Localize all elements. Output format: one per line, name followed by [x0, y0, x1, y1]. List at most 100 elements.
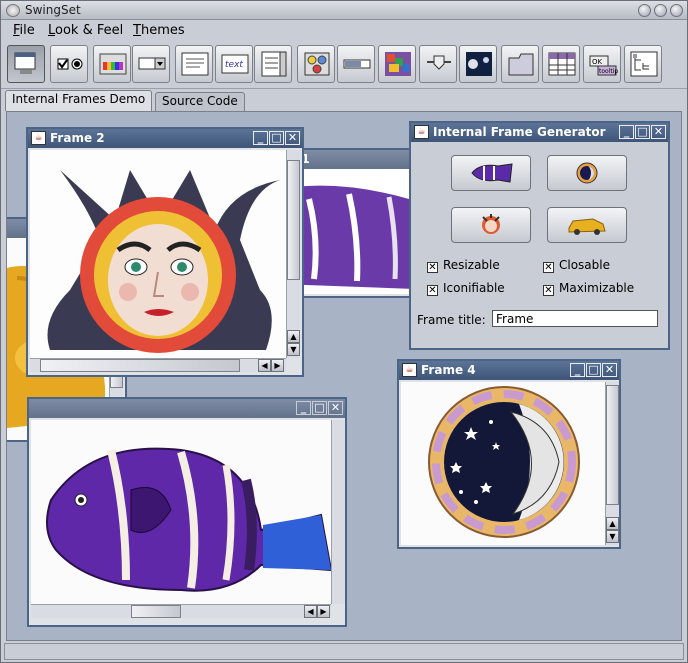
tree-icon [630, 51, 658, 77]
menu-bar: File Look & Feel Themes [1, 20, 687, 41]
close-icon[interactable]: ✕ [328, 401, 343, 415]
frame-4-vertical-scrollbar[interactable]: ▲ ▼ [605, 382, 619, 545]
close-icon[interactable]: ✕ [651, 125, 666, 139]
tree-demo-button[interactable] [624, 45, 662, 83]
frame-2-title-bar[interactable]: ☕ Frame 2 _ □ ✕ [28, 129, 302, 148]
color-chooser-icon [99, 53, 127, 75]
java-cup-icon: ☕ [402, 363, 417, 377]
create-toy-car-frame-button[interactable] [547, 207, 627, 243]
window-title: SwingSet [25, 3, 81, 17]
checkbox-checked-icon: ✕ [543, 262, 554, 273]
progress-bar-icon [343, 59, 371, 69]
close-icon[interactable]: ✕ [602, 363, 617, 377]
split-pane-demo-button[interactable] [459, 45, 497, 83]
maximizable-label: Maximizable [559, 281, 635, 295]
slider-demo-button[interactable] [419, 45, 457, 83]
tab-source-code[interactable]: Source Code [155, 92, 245, 111]
sun-button-icon [482, 214, 500, 234]
minimize-window-button[interactable] [638, 4, 651, 17]
fish-frame-horizontal-scrollbar[interactable]: ◀ ▶ [31, 604, 331, 618]
frame-2-horizontal-scrollbar[interactable]: ◀ ▶ [30, 358, 286, 372]
editor-pane-icon: text [221, 54, 249, 74]
maximize-icon[interactable]: □ [269, 131, 284, 145]
file-chooser-icon [181, 52, 209, 76]
internal-frame-4[interactable]: ☕ Frame 4 _ □ ✕ ▲ ▼ [397, 359, 621, 549]
fish-frame-content [31, 420, 331, 604]
frame-2-title: Frame 2 [50, 131, 105, 145]
list-demo-button[interactable] [254, 45, 292, 83]
menu-file[interactable]: File [13, 23, 35, 38]
scroll-up-icon[interactable]: ▲ [287, 330, 300, 343]
generator-title: Internal Frame Generator [433, 125, 606, 139]
tab-internal-frames-demo[interactable]: Internal Frames Demo [5, 90, 153, 111]
close-icon[interactable]: ✕ [285, 131, 300, 145]
maximize-icon[interactable]: □ [586, 363, 601, 377]
swingset-window: SwingSet File Look & Feel Themes text OK… [0, 0, 688, 663]
internal-frame-generator[interactable]: ☕ Internal Frame Generator _ □ ✕ ✕ Resiza… [409, 121, 670, 350]
frame-4-title-bar[interactable]: ☕ Frame 4 _ □ ✕ [399, 361, 619, 380]
frame-4-title: Frame 4 [421, 363, 476, 377]
iconifiable-checkbox[interactable]: ✕ Iconifiable [427, 281, 505, 296]
internal-frames-demo-button[interactable] [7, 45, 45, 83]
color-chooser-demo-button[interactable] [93, 45, 131, 83]
purple-fish-image [46, 447, 331, 592]
scroll-right-icon[interactable]: ▶ [317, 605, 330, 618]
generator-title-bar[interactable]: ☕ Internal Frame Generator _ □ ✕ [411, 123, 668, 142]
tooltip-icon: OK tooltip [589, 55, 618, 76]
java-cup-icon: ☕ [31, 131, 46, 145]
minimize-icon[interactable]: _ [296, 401, 311, 415]
frame-2-vertical-scrollbar[interactable]: ▲ ▼ [286, 150, 300, 358]
toy-car-button-icon [568, 218, 606, 235]
create-fish-frame-button[interactable] [451, 155, 531, 191]
scroll-pane-demo-button[interactable] [378, 45, 416, 83]
progress-bar-demo-button[interactable] [337, 45, 375, 83]
maximize-window-button[interactable] [654, 4, 667, 17]
demo-tabs: Internal Frames Demo Source Code [1, 89, 687, 111]
maximize-icon[interactable]: □ [312, 401, 327, 415]
iconifiable-label: Iconifiable [443, 281, 505, 295]
scroll-down-icon[interactable]: ▼ [606, 530, 619, 543]
scroll-left-icon[interactable]: ◀ [258, 359, 271, 372]
minimize-icon[interactable]: _ [570, 363, 585, 377]
closable-checkbox[interactable]: ✕ Closable [543, 258, 610, 273]
close-window-button[interactable] [670, 4, 683, 17]
scroll-up-icon[interactable]: ▲ [606, 517, 619, 530]
maximizable-checkbox[interactable]: ✕ Maximizable [543, 281, 634, 296]
fish-frame-vertical-scrollbar[interactable] [331, 420, 345, 604]
frame-2-content [30, 150, 286, 358]
option-pane-demo-button[interactable] [297, 45, 335, 83]
minimize-icon[interactable]: _ [619, 125, 634, 139]
fish-button-icon [471, 163, 513, 183]
checkbox-checked-icon: ✕ [427, 285, 438, 296]
menu-themes[interactable]: Themes [133, 23, 185, 38]
resizable-checkbox[interactable]: ✕ Resizable [427, 258, 500, 273]
svg-text:tooltip: tooltip [599, 68, 618, 75]
tabbed-pane-icon [508, 53, 534, 76]
combobox-icon [138, 57, 166, 70]
menu-look-and-feel[interactable]: Look & Feel [48, 23, 123, 38]
scroll-left-icon[interactable]: ◀ [304, 605, 317, 618]
scroll-down-icon[interactable]: ▼ [287, 343, 300, 356]
resizable-label: Resizable [443, 258, 500, 272]
editor-pane-demo-button[interactable]: text [215, 45, 253, 83]
scroll-right-icon[interactable]: ▶ [271, 359, 284, 372]
checkbox-radio-demo-button[interactable] [50, 45, 88, 83]
combobox-demo-button[interactable] [132, 45, 170, 83]
maximize-icon[interactable]: □ [635, 125, 650, 139]
tooltip-demo-button[interactable]: OK tooltip [583, 45, 621, 83]
internal-frames-icon [14, 52, 36, 74]
internal-frame-fish[interactable]: _ □ ✕ ◀ ▶ [27, 397, 347, 627]
frame-title-input[interactable] [492, 310, 658, 327]
title-bar[interactable]: SwingSet [1, 1, 687, 20]
svg-text:OK: OK [592, 58, 603, 66]
fish-frame-title-bar[interactable]: _ □ ✕ [29, 399, 345, 418]
create-sun-frame-button[interactable] [451, 207, 531, 243]
create-moon-frame-button[interactable] [547, 155, 627, 191]
checkbox-checked-icon: ✕ [427, 262, 438, 273]
file-chooser-demo-button[interactable] [175, 45, 213, 83]
split-pane-icon [466, 52, 492, 76]
table-demo-button[interactable] [542, 45, 580, 83]
minimize-icon[interactable]: _ [253, 131, 268, 145]
internal-frame-2[interactable]: ☕ Frame 2 _ □ ✕ ▲ ▼ ◀ ▶ [26, 127, 304, 377]
tabbed-pane-demo-button[interactable] [501, 45, 539, 83]
